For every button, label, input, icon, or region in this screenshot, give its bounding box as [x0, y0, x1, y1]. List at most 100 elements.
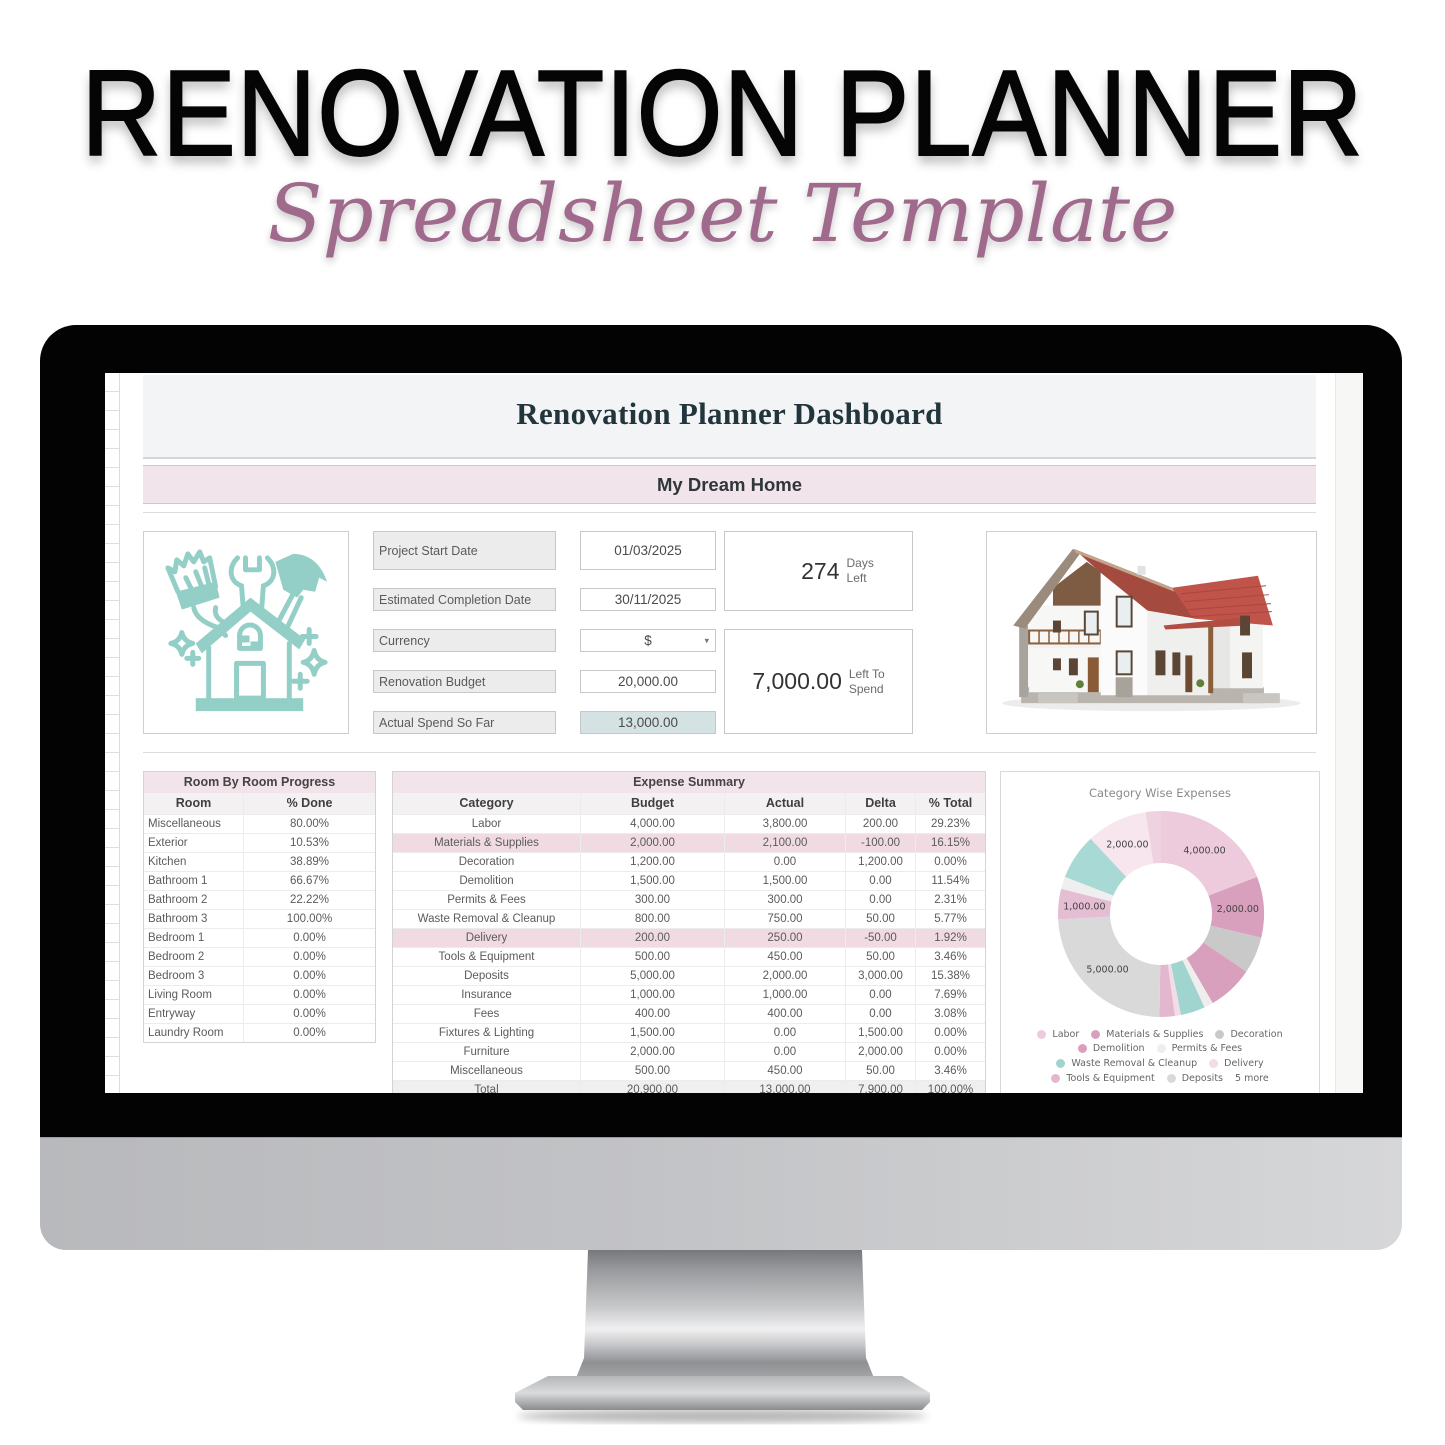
- expense-total-row: Total 20,900.00 13,000.00 7,900.00 100.0…: [393, 1080, 985, 1093]
- legend-row: Demolition Permits & Fees: [1001, 1042, 1319, 1057]
- expense-actual-cell: 450.00: [725, 948, 846, 966]
- room-row: Miscellaneous 80.00%: [144, 814, 375, 833]
- days-left-value: 274: [801, 557, 840, 584]
- legend-item-labor[interactable]: Labor: [1037, 1029, 1079, 1040]
- total-percent: 100.00%: [927, 1084, 974, 1093]
- project-name-band[interactable]: My Dream Home: [143, 465, 1316, 504]
- expense-percent-total-cell: 3.46%: [934, 1065, 967, 1077]
- expense-actual-cell: 1,000.00: [725, 986, 846, 1004]
- expense-percent-total-cell: 0.00%: [934, 1027, 967, 1039]
- expense-percent-total-cell: 5.77%: [934, 913, 967, 925]
- expense-budget-cell: 400.00: [581, 1005, 725, 1023]
- actual-spend-field: 13,000.00: [580, 711, 716, 734]
- expense-percent-total-cell: 2.31%: [934, 894, 967, 906]
- expense-row: Materials & Supplies 2,000.00 2,100.00 -100…: [393, 833, 985, 852]
- legend-more-button[interactable]: 5 more: [1235, 1073, 1269, 1084]
- legend-item-delivery[interactable]: Delivery: [1209, 1058, 1264, 1069]
- column-header-percent-total[interactable]: % Total: [916, 793, 985, 814]
- legend-item-deposits[interactable]: Deposits: [1166, 1072, 1223, 1084]
- legend-item-decoration[interactable]: Decoration: [1215, 1028, 1283, 1040]
- left-to-spend-caption-line2: Spend: [848, 681, 884, 696]
- expense-category-cell: Delivery: [393, 929, 581, 947]
- room-row: Bathroom 3 100.00%: [144, 909, 375, 928]
- pie-value-label: 2,000.00: [1217, 904, 1259, 915]
- room-percent-done-cell: 10.53%: [289, 837, 329, 849]
- expense-percent-total-cell: 11.54%: [931, 875, 970, 887]
- legend-label: Deposits: [1181, 1072, 1223, 1084]
- currency-select[interactable]: $ ▾: [580, 629, 716, 652]
- room-name-cell: Laundry Room: [144, 1024, 244, 1042]
- expense-category-cell: Waste Removal & Cleanup: [393, 910, 581, 928]
- chart-legend: Labor Materials & Supplies Decoration Demol…: [1001, 1027, 1319, 1085]
- room-percent-done-cell: 0.00%: [293, 932, 326, 944]
- legend-label: Labor: [1052, 1028, 1080, 1040]
- legend-label: Demolition: [1092, 1043, 1145, 1055]
- column-header-room[interactable]: Room: [144, 793, 244, 814]
- column-header-category[interactable]: Category: [393, 793, 581, 814]
- expense-row: Demolition 1,500.00 1,500.00 0.00 11.54%: [393, 871, 985, 890]
- expense-row: Fees 400.00 400.00 0.00 3.08%: [393, 1004, 985, 1023]
- room-name-cell: Bedroom 3: [144, 967, 244, 985]
- expense-row: Fixtures & Lighting 1,500.00 0.00 1,500.00 0…: [393, 1023, 985, 1042]
- column-header-delta[interactable]: Delta: [846, 793, 916, 814]
- expense-delta-cell: 1,200.00: [846, 853, 916, 871]
- budget-field[interactable]: 20,000.00: [580, 670, 716, 693]
- start-date-label: Project Start Date: [373, 531, 556, 570]
- pie-value-label: 4,000.00: [1183, 846, 1225, 857]
- house-photo-frame: [986, 531, 1317, 734]
- expense-budget-cell: 200.00: [581, 929, 725, 947]
- expense-category-cell: Decoration: [393, 853, 581, 871]
- legend-label: Decoration: [1230, 1028, 1283, 1040]
- expense-actual-cell: 0.00: [725, 1043, 846, 1061]
- days-left-caption-line1: Days: [846, 556, 874, 570]
- expense-budget-cell: 500.00: [581, 948, 725, 966]
- legend-item-materials-and-supplies[interactable]: Materials & Supplies: [1091, 1029, 1203, 1040]
- legend-swatch-icon: [1215, 1029, 1225, 1039]
- expense-percent-total-cell: 15.38%: [930, 970, 970, 982]
- dashboard-title: Renovation Planner Dashboard: [516, 396, 943, 431]
- legend-item-demolition[interactable]: Demolition: [1077, 1043, 1145, 1055]
- expense-row: Permits & Fees 300.00 300.00 0.00 2.31%: [393, 890, 985, 909]
- column-header-percent-done[interactable]: % Done: [244, 793, 375, 814]
- expense-summary-header: Category Budget Actual Delta % Total: [393, 793, 985, 814]
- left-to-spend-value: 7,000.00: [752, 668, 842, 694]
- expense-budget-cell: 800.00: [581, 910, 725, 928]
- divider: [143, 752, 1316, 753]
- room-row: Living Room 0.00%: [144, 985, 375, 1004]
- column-header-budget[interactable]: Budget: [581, 793, 725, 814]
- room-name-cell: Kitchen: [144, 853, 244, 871]
- category-expenses-chart[interactable]: Category Wise Expenses 4,000.00 2,000.00 5…: [1000, 771, 1320, 1093]
- room-name-cell: Bathroom 1: [144, 872, 244, 890]
- expense-summary-title: Expense Summary: [393, 772, 985, 793]
- start-date-field[interactable]: 01/03/2025: [580, 531, 716, 570]
- currency-value: $: [644, 633, 652, 648]
- expense-budget-cell: 1,000.00: [581, 986, 725, 1004]
- column-header-actual[interactable]: Actual: [725, 793, 846, 814]
- expense-delta-cell: 0.00: [846, 872, 916, 890]
- expense-row: Labor 4,000.00 3,800.00 200.00 29.23%: [393, 814, 985, 833]
- room-percent-done-cell: 0.00%: [293, 970, 326, 982]
- room-percent-done-cell: 0.00%: [293, 951, 326, 963]
- legend-item-permits-and-fees[interactable]: Permits & Fees: [1156, 1043, 1242, 1054]
- expense-budget-cell: 1,500.00: [581, 872, 725, 890]
- expense-percent-total-cell: 0.00%: [934, 856, 967, 868]
- completion-date-field[interactable]: 30/11/2025: [580, 588, 716, 611]
- expense-percent-total-cell: 3.46%: [934, 951, 967, 963]
- legend-item-waste-removal-and-cleanup[interactable]: Waste Removal & Cleanup: [1056, 1058, 1197, 1069]
- logo-box: [143, 531, 349, 734]
- expense-budget-cell: 1,200.00: [581, 853, 725, 871]
- expense-category-cell: Insurance: [393, 986, 581, 1004]
- expense-delta-cell: 1,500.00: [846, 1024, 916, 1042]
- room-name-cell: Bedroom 1: [144, 929, 244, 947]
- expense-summary-rows: Labor 4,000.00 3,800.00 200.00 29.23% Materia…: [393, 814, 985, 1080]
- chevron-down-icon[interactable]: ▾: [704, 635, 709, 646]
- expense-delta-cell: 0.00: [846, 891, 916, 909]
- expense-percent-total-cell: 7.69%: [934, 989, 967, 1001]
- expense-category-cell: Labor: [393, 815, 581, 833]
- sheet-right-margin: [1335, 373, 1363, 1093]
- legend-item-tools-and-equipment[interactable]: Tools & Equipment: [1051, 1073, 1155, 1084]
- expense-category-cell: Demolition: [393, 872, 581, 890]
- expense-percent-total-cell: 3.08%: [934, 1008, 967, 1020]
- expense-category-cell: Miscellaneous: [393, 1062, 581, 1080]
- expense-budget-cell: 500.00: [581, 1062, 725, 1080]
